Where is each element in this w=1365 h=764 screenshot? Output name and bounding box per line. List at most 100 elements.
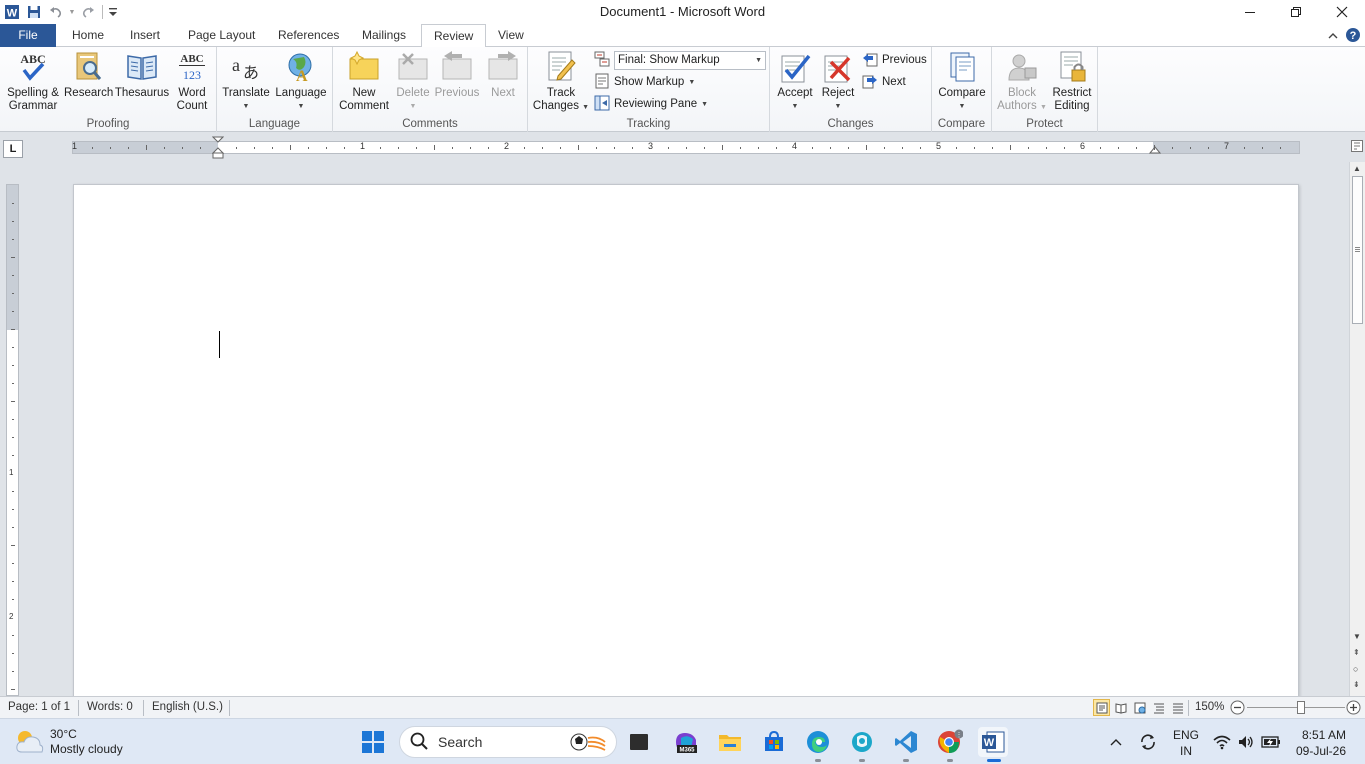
tab-file[interactable]: File bbox=[0, 24, 56, 47]
language-status[interactable]: English (U.S.) bbox=[152, 701, 223, 713]
volume-icon[interactable] bbox=[1234, 727, 1258, 757]
ruler-tick bbox=[110, 147, 111, 149]
show-hidden-icons-chevron-icon[interactable] bbox=[1101, 727, 1131, 757]
language-button[interactable]: A Language ▼ bbox=[273, 49, 329, 113]
zoom-level[interactable]: 150% bbox=[1195, 701, 1224, 713]
previous-comment-button[interactable]: Previous bbox=[433, 49, 481, 100]
zoom-slider-thumb[interactable] bbox=[1297, 701, 1305, 714]
tab-mailings[interactable]: Mailings bbox=[350, 24, 418, 47]
block-authors-dropdown-icon: ▼ bbox=[1039, 104, 1047, 111]
ruler-tick bbox=[920, 147, 921, 149]
tab-references[interactable]: References bbox=[266, 24, 351, 47]
word-count-button[interactable]: ABC 123 Word Count bbox=[172, 49, 212, 113]
zoom-slider[interactable] bbox=[1247, 707, 1345, 708]
word-count-status[interactable]: Words: 0 bbox=[87, 701, 133, 713]
restrict-editing-button[interactable]: Restrict Editing bbox=[1048, 49, 1096, 113]
zoom-out-icon[interactable] bbox=[1230, 700, 1245, 718]
outline-view-icon[interactable] bbox=[1150, 699, 1167, 716]
zoom-in-icon[interactable] bbox=[1346, 700, 1361, 718]
delete-comment-button[interactable]: Delete ▼ bbox=[393, 49, 433, 113]
microsoft-store-icon[interactable] bbox=[759, 727, 789, 757]
restore-button[interactable] bbox=[1273, 0, 1319, 24]
weather-widget[interactable]: 30°C Mostly cloudy bbox=[14, 727, 123, 757]
draft-view-icon[interactable] bbox=[1169, 699, 1186, 716]
previous-change-button[interactable]: Previous bbox=[862, 50, 927, 70]
page-count-status[interactable]: Page: 1 of 1 bbox=[8, 701, 70, 713]
vertical-ruler-tick bbox=[12, 653, 14, 654]
tab-home[interactable]: Home bbox=[60, 24, 116, 47]
ruler-tick bbox=[164, 147, 165, 149]
minimize-button[interactable] bbox=[1227, 0, 1273, 24]
tab-insert[interactable]: Insert bbox=[118, 24, 172, 47]
system-clock[interactable]: 8:51 AM 09-Jul-26 bbox=[1290, 727, 1346, 759]
file-explorer-icon[interactable] bbox=[715, 727, 745, 757]
scroll-down-icon[interactable]: ▼ bbox=[1353, 632, 1361, 641]
ruler-tick bbox=[560, 147, 561, 149]
edge-browser-icon[interactable] bbox=[803, 727, 833, 762]
indent-markers-icon[interactable] bbox=[212, 136, 224, 160]
ruler-tick bbox=[434, 145, 435, 150]
vertical-scrollbar[interactable]: ▲ ▼ ⇞ ○ ⇟ bbox=[1349, 162, 1365, 696]
scrollbar-thumb[interactable] bbox=[1352, 176, 1363, 324]
chrome-browser-icon[interactable]: ⋮ bbox=[935, 727, 965, 762]
microsoft-365-icon[interactable]: M365 bbox=[671, 727, 701, 757]
tab-selector-button[interactable]: L bbox=[3, 140, 23, 158]
right-indent-marker-icon[interactable] bbox=[1149, 145, 1161, 155]
wifi-icon[interactable] bbox=[1210, 727, 1234, 757]
next-comment-button[interactable]: Next bbox=[483, 49, 523, 100]
tab-page-layout[interactable]: Page Layout bbox=[176, 24, 267, 47]
vertical-ruler-tick bbox=[12, 365, 14, 366]
delete-label: Delete bbox=[396, 87, 430, 99]
display-for-review-select[interactable]: Final: Show Markup ▼ bbox=[614, 51, 766, 70]
print-layout-view-icon[interactable] bbox=[1093, 699, 1110, 716]
svg-text:?: ? bbox=[1350, 30, 1357, 42]
minimize-ribbon-icon[interactable] bbox=[1327, 30, 1339, 44]
help-icon[interactable]: ? bbox=[1345, 27, 1361, 46]
new-comment-label: New bbox=[352, 87, 376, 99]
close-button[interactable] bbox=[1319, 0, 1365, 24]
svg-text:⋮: ⋮ bbox=[956, 733, 962, 739]
scroll-up-icon[interactable]: ▲ bbox=[1353, 164, 1361, 173]
select-browse-object-icon[interactable]: ○ bbox=[1353, 664, 1358, 674]
full-screen-reading-view-icon[interactable] bbox=[1112, 699, 1129, 716]
ruler-tick bbox=[812, 147, 813, 149]
previous-page-icon[interactable]: ⇞ bbox=[1353, 648, 1360, 657]
ruler-tick bbox=[686, 147, 687, 149]
sync-refresh-icon[interactable] bbox=[1133, 727, 1163, 757]
next-change-button[interactable]: Next bbox=[862, 72, 906, 92]
chatgpt-app-icon[interactable] bbox=[847, 727, 877, 762]
new-comment-button[interactable]: New Comment bbox=[337, 49, 391, 113]
tab-review[interactable]: Review bbox=[421, 24, 487, 48]
reject-button[interactable]: Reject ▼ bbox=[818, 49, 858, 113]
ruler-tick bbox=[128, 147, 129, 149]
compare-button[interactable]: Compare ▼ bbox=[936, 49, 988, 113]
tab-view[interactable]: View bbox=[486, 24, 536, 47]
translate-button[interactable]: aあ Translate ▼ bbox=[221, 49, 271, 113]
input-language-indicator[interactable]: ENG IN bbox=[1172, 727, 1200, 759]
show-markup-button[interactable]: Show Markup ▼ bbox=[594, 72, 695, 92]
track-changes-button[interactable]: Track Changes ▼ bbox=[532, 49, 590, 114]
document-page[interactable] bbox=[73, 184, 1299, 696]
task-view-icon[interactable] bbox=[624, 727, 654, 757]
view-buttons bbox=[1093, 699, 1186, 716]
horizontal-ruler[interactable]: 1 1 2 3 4 5 6 7 bbox=[72, 136, 1300, 159]
compare-label: Compare bbox=[938, 87, 986, 99]
view-ruler-icon[interactable] bbox=[1349, 140, 1365, 158]
start-button-icon[interactable] bbox=[358, 727, 388, 757]
block-authors-button[interactable]: Block Authors ▼ bbox=[996, 49, 1048, 114]
next-page-icon[interactable]: ⇟ bbox=[1353, 680, 1360, 689]
reviewing-pane-button[interactable]: Reviewing Pane ▼ bbox=[594, 94, 708, 114]
vertical-ruler[interactable]: 1 2 bbox=[6, 184, 19, 696]
display-for-review-value: Final: Show Markup bbox=[618, 54, 720, 66]
battery-icon[interactable] bbox=[1258, 727, 1284, 757]
ruler-number: 6 bbox=[1080, 141, 1086, 151]
word-taskbar-icon[interactable]: W bbox=[978, 727, 1008, 762]
taskbar-search-box[interactable]: Search bbox=[399, 726, 617, 758]
thesaurus-button[interactable]: Thesaurus bbox=[114, 49, 170, 100]
web-layout-view-icon[interactable] bbox=[1131, 699, 1148, 716]
next-comment-icon bbox=[485, 49, 521, 85]
research-button[interactable]: Research bbox=[64, 49, 113, 100]
spelling-grammar-button[interactable]: ABC Spelling & Grammar bbox=[4, 49, 62, 113]
accept-button[interactable]: Accept ▼ bbox=[774, 49, 816, 113]
vs-code-icon[interactable] bbox=[891, 727, 921, 762]
